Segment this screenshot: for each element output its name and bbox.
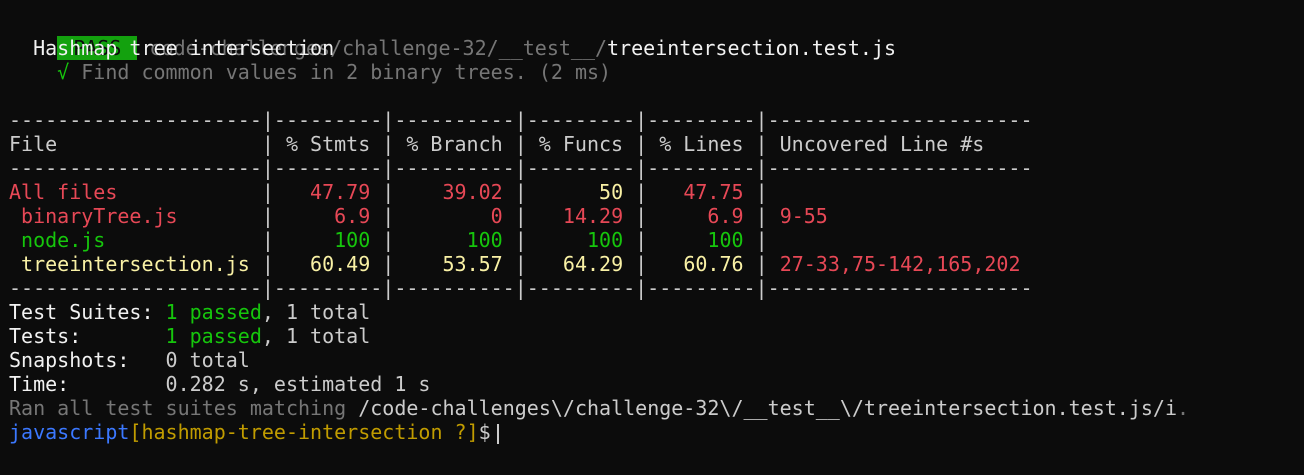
coverage-separator-bottom: ---------------------|---------|--------… — [9, 276, 1033, 300]
coverage-cell-lines: 100 — [659, 228, 744, 252]
coverage-cell-file: node.js — [9, 228, 262, 252]
coverage-cell-lines: 47.75 — [659, 180, 744, 204]
ran-all-suites: Ran all test suites matching /code-chall… — [9, 396, 1190, 420]
summary-time: Time: 0.282 s, estimated 1 s — [9, 372, 431, 396]
coverage-cell-lines: 60.76 — [659, 252, 744, 276]
prompt-shell-name: javascript — [9, 420, 130, 444]
coverage-header: File | % Stmts | % Branch | % Funcs | % … — [9, 132, 985, 156]
coverage-cell-funcs: 100 — [538, 228, 624, 252]
coverage-cell-file: binaryTree.js — [9, 204, 262, 228]
coverage-cell-funcs: 64.29 — [538, 252, 624, 276]
coverage-cell-uncovered: 9-55 — [779, 204, 828, 228]
prompt-git-branch: [hashmap-tree-intersection ?] — [129, 420, 479, 444]
text-cursor[interactable] — [496, 423, 499, 444]
summary-tests: Tests: 1 passed, 1 total — [9, 324, 371, 348]
summary-snapshots: Snapshots: 0 total — [9, 348, 250, 372]
shell-prompt[interactable]: javascript[hashmap-tree-intersection ?]$ — [9, 420, 1304, 444]
test-path-file: treeintersection.test.js — [607, 36, 897, 60]
coverage-rows: All files | 47.79 | 39.02 | 50 | 47.75 |… — [9, 180, 1304, 276]
coverage-cell-file: treeintersection.js — [9, 252, 262, 276]
coverage-cell-stmts: 100 — [285, 228, 371, 252]
coverage-cell-branch: 100 — [406, 228, 503, 252]
coverage-cell-stmts: 6.9 — [285, 204, 371, 228]
summary-suites: Test Suites: 1 passed, 1 total — [9, 300, 371, 324]
coverage-separator-mid: ---------------------|---------|--------… — [9, 156, 1033, 180]
coverage-cell-uncovered: 27-33,75-142,165,202 — [779, 252, 1021, 276]
coverage-separator-top: ---------------------|---------|--------… — [9, 108, 1033, 132]
test-result-header: PASS code-challenges/challenge-32/__test… — [9, 12, 1304, 60]
coverage-row: binaryTree.js | 6.9 | 0 | 14.29 | 6.9 | … — [9, 204, 828, 228]
coverage-cell-stmts: 47.79 — [285, 180, 371, 204]
check-icon: √ — [9, 60, 70, 84]
test-case: √ Find common values in 2 binary trees. … — [9, 60, 1304, 84]
coverage-cell-file: All files — [9, 180, 262, 204]
coverage-cell-stmts: 60.49 — [285, 252, 371, 276]
coverage-row: treeintersection.js | 60.49 | 53.57 | 64… — [9, 252, 1021, 276]
coverage-cell-branch: 0 — [406, 204, 503, 228]
coverage-cell-branch: 39.02 — [406, 180, 503, 204]
coverage-row: node.js | 100 | 100 | 100 | 100 | — [9, 228, 780, 252]
test-case-name: Find common values in 2 binary trees. (2… — [69, 60, 612, 84]
coverage-cell-funcs: 14.29 — [538, 204, 624, 228]
coverage-row: All files | 47.79 | 39.02 | 50 | 47.75 | — [9, 180, 780, 204]
coverage-cell-lines: 6.9 — [659, 204, 744, 228]
coverage-cell-funcs: 50 — [538, 180, 624, 204]
terminal-window[interactable]: PASS code-challenges/challenge-32/__test… — [0, 0, 1304, 444]
prompt-symbol: $ — [478, 420, 491, 444]
coverage-cell-branch: 53.57 — [406, 252, 503, 276]
